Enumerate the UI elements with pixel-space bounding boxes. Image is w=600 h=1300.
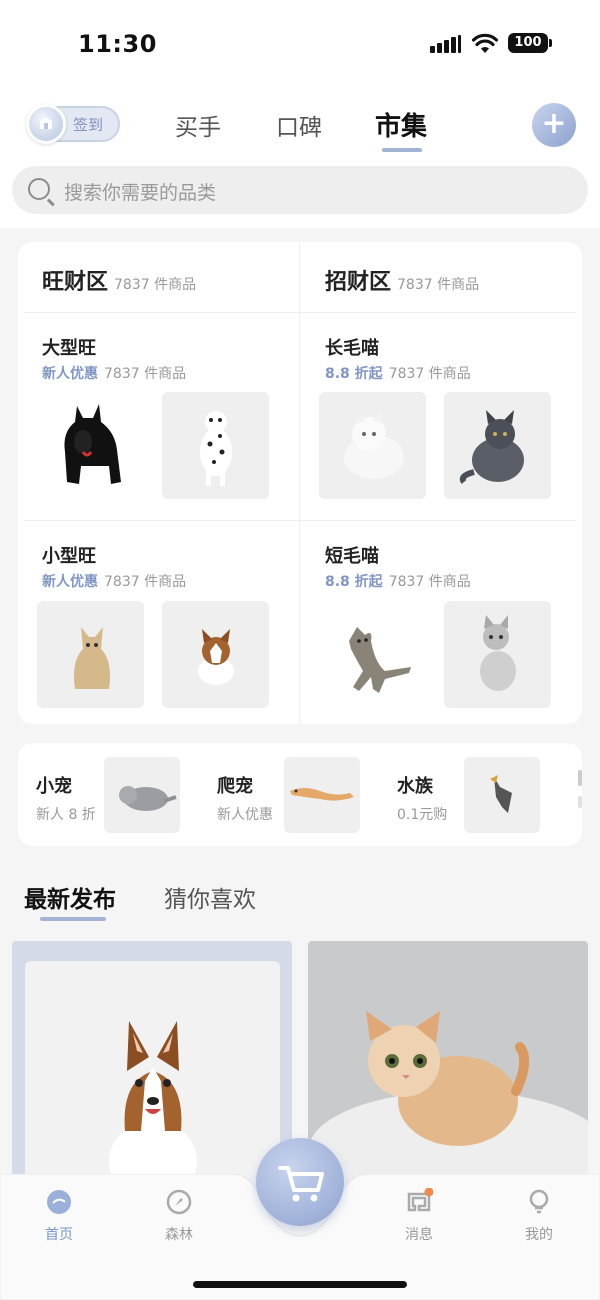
zone-divider bbox=[299, 242, 300, 724]
section-count: 7837 件商品 bbox=[388, 366, 471, 382]
category-overflow-hint bbox=[576, 770, 582, 820]
thumb-gecko[interactable] bbox=[284, 757, 360, 833]
section-count: 7837 件商品 bbox=[388, 574, 471, 590]
thumb-fish[interactable] bbox=[464, 757, 540, 833]
product-photo-silver-shorthair[interactable] bbox=[444, 601, 551, 708]
kitten-image bbox=[308, 1011, 588, 1201]
nav-profile[interactable]: 我的 bbox=[509, 1188, 569, 1244]
cellular-signal-icon bbox=[430, 35, 462, 53]
cat-image bbox=[344, 412, 404, 479]
nav-label: 森林 bbox=[165, 1227, 193, 1243]
promo-tag: 新人优惠 bbox=[42, 366, 98, 382]
cart-button[interactable] bbox=[256, 1138, 344, 1226]
product-photo-tabby-kitten[interactable] bbox=[319, 601, 426, 708]
category-sub: 新人优惠 bbox=[217, 807, 273, 823]
tab-latest[interactable]: 最新发布 bbox=[24, 880, 116, 914]
checkin-button[interactable]: 签到 bbox=[26, 104, 120, 144]
fish-image bbox=[490, 775, 512, 813]
nav-label: 首页 bbox=[45, 1227, 73, 1243]
status-time: 11:30 bbox=[78, 30, 157, 58]
nav-label: 我的 bbox=[525, 1227, 553, 1243]
section-title: 短毛喵 bbox=[325, 546, 379, 567]
zone-count: 7837 件商品 bbox=[397, 277, 480, 293]
zone-header-dog[interactable]: 旺财区 7837 件商品 bbox=[42, 264, 196, 296]
feed-tab-indicator bbox=[40, 917, 106, 921]
product-photo-corgi-small[interactable] bbox=[162, 601, 269, 708]
home-indicator bbox=[193, 1281, 407, 1288]
nav-messages[interactable]: 消息 bbox=[389, 1187, 449, 1244]
promo-tag: 8.8 折起 bbox=[325, 574, 383, 590]
zone-title: 招财区 bbox=[325, 270, 392, 295]
feed-card-kitten[interactable] bbox=[308, 941, 588, 1201]
promo-tag: 8.8 折起 bbox=[325, 366, 383, 382]
category-name: 水族 bbox=[397, 776, 433, 797]
active-tab-indicator bbox=[382, 148, 422, 152]
product-photo-dalmatian[interactable] bbox=[162, 392, 269, 499]
add-button[interactable]: + bbox=[532, 103, 576, 147]
section-large-dog[interactable]: 大型旺 新人优惠 7837 件商品 bbox=[42, 334, 186, 383]
section-count: 7837 件商品 bbox=[104, 366, 187, 382]
tab-reviews[interactable]: 口碑 bbox=[276, 108, 322, 142]
section-title: 长毛喵 bbox=[325, 338, 379, 359]
cat-image bbox=[349, 627, 411, 693]
category-name: 小宠 bbox=[36, 776, 72, 797]
search-placeholder: 搜索你需要的品类 bbox=[64, 182, 217, 204]
message-icon bbox=[407, 1187, 434, 1212]
checkin-label: 签到 bbox=[73, 116, 104, 134]
zone-title: 旺财区 bbox=[42, 270, 109, 295]
category-sub: 新人 8 折 bbox=[36, 807, 96, 823]
search-bar[interactable]: 搜索你需要的品类 bbox=[12, 166, 588, 214]
cart-icon bbox=[278, 1166, 324, 1202]
dog-image bbox=[64, 404, 121, 484]
checkin-avatar-icon bbox=[26, 104, 66, 144]
tab-recommended[interactable]: 猜你喜欢 bbox=[164, 880, 256, 914]
battery-icon: 100 bbox=[508, 33, 552, 53]
search-icon bbox=[28, 178, 50, 200]
product-photo-white-persian[interactable] bbox=[319, 392, 426, 499]
plus-icon: + bbox=[541, 106, 567, 141]
product-photo-scottish-terrier[interactable] bbox=[37, 392, 144, 499]
promo-tag: 新人优惠 bbox=[42, 574, 98, 590]
dog-image bbox=[198, 629, 234, 685]
cat-image bbox=[459, 410, 524, 484]
thumb-chinchilla[interactable] bbox=[104, 757, 180, 833]
category-aquatic[interactable]: 水族 0.1元购 bbox=[397, 772, 447, 824]
section-small-dog[interactable]: 小型旺 新人优惠 7837 件商品 bbox=[42, 542, 186, 591]
corgi-image bbox=[109, 1021, 197, 1201]
feed-card-corgi[interactable] bbox=[12, 941, 292, 1201]
product-photo-yorkie[interactable] bbox=[37, 601, 144, 708]
section-longhair-cat[interactable]: 长毛喵 8.8 折起 7837 件商品 bbox=[325, 334, 471, 383]
zone-count: 7837 件商品 bbox=[114, 277, 197, 293]
zone-header-cat[interactable]: 招财区 7837 件商品 bbox=[325, 264, 479, 296]
category-sub: 0.1元购 bbox=[397, 807, 448, 823]
product-photo-maine-coon[interactable] bbox=[444, 392, 551, 499]
category-reptiles[interactable]: 爬宠 新人优惠 bbox=[217, 772, 273, 824]
tab-buyer[interactable]: 买手 bbox=[175, 108, 221, 142]
dog-image bbox=[74, 627, 110, 689]
nav-forest[interactable]: 森林 bbox=[149, 1188, 209, 1244]
chinchilla-image bbox=[119, 786, 177, 811]
compass-icon bbox=[166, 1189, 192, 1215]
section-title: 大型旺 bbox=[42, 338, 96, 359]
dog-image bbox=[200, 411, 232, 486]
section-divider bbox=[24, 520, 576, 521]
profile-icon bbox=[529, 1189, 549, 1214]
wifi-icon bbox=[472, 33, 498, 53]
home-icon bbox=[47, 1190, 71, 1214]
category-name: 爬宠 bbox=[217, 776, 253, 797]
zone-header-divider bbox=[24, 312, 576, 313]
section-shorthair-cat[interactable]: 短毛喵 8.8 折起 7837 件商品 bbox=[325, 542, 471, 591]
gecko-image bbox=[290, 788, 354, 801]
nav-home[interactable]: 首页 bbox=[29, 1188, 89, 1244]
section-title: 小型旺 bbox=[42, 546, 96, 567]
cat-image bbox=[480, 615, 516, 691]
category-small-pets[interactable]: 小宠 新人 8 折 bbox=[36, 772, 96, 824]
tab-market[interactable]: 市集 bbox=[375, 106, 427, 143]
nav-label: 消息 bbox=[405, 1227, 433, 1243]
section-count: 7837 件商品 bbox=[104, 574, 187, 590]
